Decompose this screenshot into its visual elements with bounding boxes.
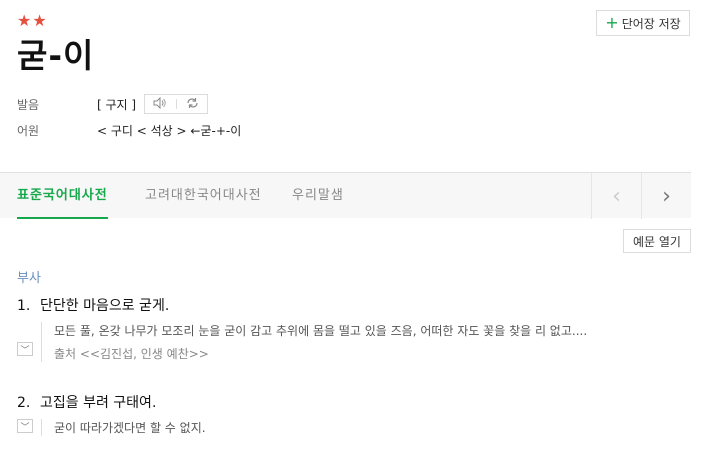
sense-number: 1. xyxy=(17,298,31,314)
dictionary-tabs: 표준국어대사전 고려대한국어대사전 우리말샘 ‹ › xyxy=(0,172,691,219)
headword: 굳-이 xyxy=(17,36,95,75)
pronunciation-row: 발음 [ 구지 ] xyxy=(17,94,209,114)
open-examples-button[interactable]: 예문 열기 xyxy=(623,229,691,253)
plus-icon: + xyxy=(605,13,619,32)
repeat-icon[interactable] xyxy=(186,97,199,112)
sense-2: 2. 고집을 부려 구태여. xyxy=(17,392,156,412)
divider xyxy=(176,99,178,109)
etymology-row: 어원 < 구디 < 석상 > ←굳-+-이 xyxy=(17,122,241,139)
etymology-label: 어원 xyxy=(17,124,40,138)
example-source: 출처 <<김진섭, 인생 예찬>> xyxy=(54,347,209,361)
next-tab-arrow-icon[interactable]: › xyxy=(641,173,691,219)
sense-1-example: 모든 풀, 온갖 나무가 모조리 눈을 굳이 감고 추위에 몸을 떨고 있을 즈… xyxy=(41,322,681,362)
part-of-speech: 부사 xyxy=(17,271,41,286)
pronunciation-controls xyxy=(144,94,209,114)
save-to-wordbook-button[interactable]: + 단어장 저장 xyxy=(596,10,690,36)
sense-definition: 고집을 부려 구태여. xyxy=(40,395,157,411)
speaker-icon[interactable] xyxy=(153,96,167,112)
etymology-value: < 구디 < 석상 > ←굳-+-이 xyxy=(97,124,242,138)
sense-1-toggle-chevron-down-icon[interactable]: ﹀ xyxy=(17,342,33,356)
save-to-wordbook-label: 단어장 저장 xyxy=(621,16,681,31)
sense-1: 1. 단단한 마음으로 굳게. xyxy=(17,295,169,315)
tab-korea-univ-dictionary[interactable]: 고려대한국어대사전 xyxy=(145,173,262,219)
sense-2-toggle-chevron-down-icon[interactable]: ﹀ xyxy=(17,419,33,433)
pronunciation-value: [ 구지 ] xyxy=(97,97,137,112)
pronunciation-label: 발음 xyxy=(17,97,40,112)
tab-urimalsaem[interactable]: 우리말샘 xyxy=(292,173,344,219)
star-rating: ★★ xyxy=(17,11,48,30)
sense-number: 2. xyxy=(17,395,31,411)
sense-definition: 단단한 마음으로 굳게. xyxy=(40,298,170,314)
tab-standard-dictionary[interactable]: 표준국어대사전 xyxy=(17,173,108,219)
example-text: 굳이 따라가겠다면 할 수 없지. xyxy=(54,421,206,435)
prev-tab-arrow-icon[interactable]: ‹ xyxy=(591,173,641,219)
example-text: 모든 풀, 온갖 나무가 모조리 눈을 굳이 감고 추위에 몸을 떨고 있을 즈… xyxy=(54,324,588,338)
sense-2-example: 굳이 따라가겠다면 할 수 없지. xyxy=(41,419,681,436)
